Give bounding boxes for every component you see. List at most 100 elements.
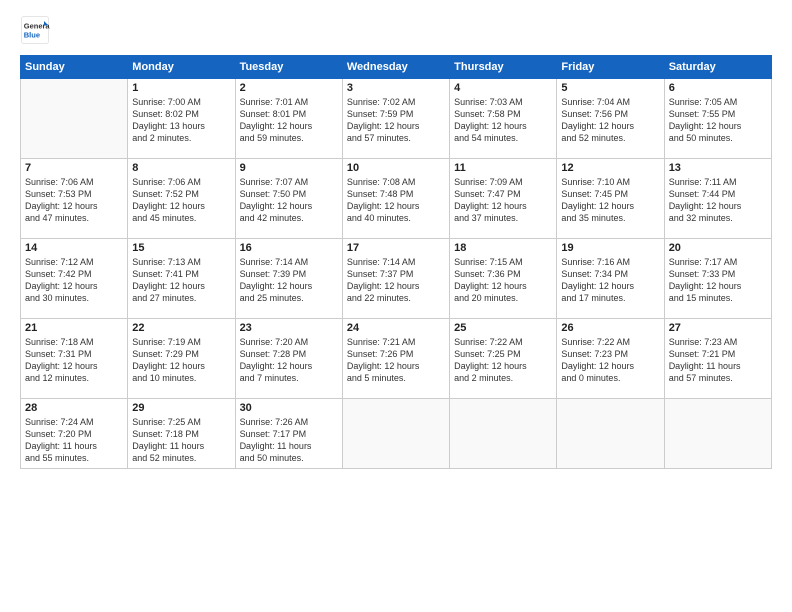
day-info: Sunrise: 7:22 AMSunset: 7:25 PMDaylight:… [454,336,552,385]
weekday-header: Saturday [664,56,771,79]
calendar-cell: 14 Sunrise: 7:12 AMSunset: 7:42 PMDayligh… [21,239,128,319]
weekday-header: Tuesday [235,56,342,79]
logo: General Blue [20,15,54,45]
calendar-header-row: SundayMondayTuesdayWednesdayThursdayFrid… [21,56,772,79]
calendar-cell: 4Sunrise: 7:03 AMSunset: 7:58 PMDaylight… [450,79,557,159]
day-info: Sunrise: 7:26 AMSunset: 7:17 PMDaylight:… [240,416,338,465]
calendar-cell: 3 Sunrise: 7:02 AMSunset: 7:59 PMDaylight… [342,79,449,159]
day-info: Sunrise: 7:11 AMSunset: 7:44 PMDaylight:… [669,176,767,225]
calendar-cell: 5 Sunrise: 7:04 AMSunset: 7:56 PMDaylight… [557,79,664,159]
calendar-cell: 22 Sunrise: 7:19 AMSunset: 7:29 PMDayligh… [128,319,235,399]
day-info: Sunrise: 7:15 AMSunset: 7:36 PMDaylight:… [454,256,552,305]
day-info: Sunrise: 7:20 AMSunset: 7:28 PMDaylight:… [240,336,338,385]
calendar-cell: 25 Sunrise: 7:22 AMSunset: 7:25 PMDayligh… [450,319,557,399]
calendar-cell: 1Sunrise: 7:00 AMSunset: 8:02 PMDaylight… [128,79,235,159]
calendar-week-row: 14 Sunrise: 7:12 AMSunset: 7:42 PMDayligh… [21,239,772,319]
day-info: Sunrise: 7:00 AMSunset: 8:02 PMDaylight:… [132,96,230,145]
calendar-cell: 24 Sunrise: 7:21 AMSunset: 7:26 PMDayligh… [342,319,449,399]
day-info: Sunrise: 7:03 AMSunset: 7:58 PMDaylight:… [454,96,552,145]
calendar-cell: 10 Sunrise: 7:08 AMSunset: 7:48 PMDayligh… [342,159,449,239]
calendar-cell: 7Sunrise: 7:06 AMSunset: 7:53 PMDaylight… [21,159,128,239]
day-info: Sunrise: 7:09 AMSunset: 7:47 PMDaylight:… [454,176,552,225]
day-number: 15 [132,242,230,254]
day-info: Sunrise: 7:21 AMSunset: 7:26 PMDaylight:… [347,336,445,385]
day-info: Sunrise: 7:05 AMSunset: 7:55 PMDaylight:… [669,96,767,145]
calendar-cell: 19 Sunrise: 7:16 AMSunset: 7:34 PMDayligh… [557,239,664,319]
calendar-cell [664,399,771,469]
day-number: 22 [132,322,230,334]
day-number: 18 [454,242,552,254]
day-info: Sunrise: 7:22 AMSunset: 7:23 PMDaylight:… [561,336,659,385]
calendar-table: SundayMondayTuesdayWednesdayThursdayFrid… [20,55,772,469]
day-number: 29 [132,402,230,414]
day-info: Sunrise: 7:14 AMSunset: 7:37 PMDaylight:… [347,256,445,305]
day-info: Sunrise: 7:23 AMSunset: 7:21 PMDaylight:… [669,336,767,385]
day-number: 3 [347,82,445,94]
calendar-week-row: 1Sunrise: 7:00 AMSunset: 8:02 PMDaylight… [21,79,772,159]
day-info: Sunrise: 7:12 AMSunset: 7:42 PMDaylight:… [25,256,123,305]
day-number: 26 [561,322,659,334]
calendar-cell: 20 Sunrise: 7:17 AMSunset: 7:33 PMDayligh… [664,239,771,319]
day-number: 30 [240,402,338,414]
calendar-cell: 28Sunrise: 7:24 AMSunset: 7:20 PMDayligh… [21,399,128,469]
header: General Blue [20,15,772,45]
svg-text:Blue: Blue [24,31,40,40]
day-info: Sunrise: 7:06 AMSunset: 7:53 PMDaylight:… [25,176,123,225]
calendar-cell: 27Sunrise: 7:23 AMSunset: 7:21 PMDayligh… [664,319,771,399]
day-number: 16 [240,242,338,254]
weekday-header: Thursday [450,56,557,79]
day-info: Sunrise: 7:25 AMSunset: 7:18 PMDaylight:… [132,416,230,465]
day-number: 11 [454,162,552,174]
calendar-cell: 17Sunrise: 7:14 AMSunset: 7:37 PMDayligh… [342,239,449,319]
day-info: Sunrise: 7:01 AMSunset: 8:01 PMDaylight:… [240,96,338,145]
calendar-cell: 2 Sunrise: 7:01 AMSunset: 8:01 PMDaylight… [235,79,342,159]
day-info: Sunrise: 7:19 AMSunset: 7:29 PMDaylight:… [132,336,230,385]
calendar-cell: 11 Sunrise: 7:09 AMSunset: 7:47 PMDayligh… [450,159,557,239]
day-info: Sunrise: 7:02 AMSunset: 7:59 PMDaylight:… [347,96,445,145]
day-number: 12 [561,162,659,174]
day-info: Sunrise: 7:16 AMSunset: 7:34 PMDaylight:… [561,256,659,305]
calendar-cell: 29 Sunrise: 7:25 AMSunset: 7:18 PMDayligh… [128,399,235,469]
calendar-cell: 6 Sunrise: 7:05 AMSunset: 7:55 PMDaylight… [664,79,771,159]
day-info: Sunrise: 7:06 AMSunset: 7:52 PMDaylight:… [132,176,230,225]
calendar-cell [21,79,128,159]
calendar-cell [342,399,449,469]
calendar-cell: 15Sunrise: 7:13 AMSunset: 7:41 PMDayligh… [128,239,235,319]
weekday-header: Wednesday [342,56,449,79]
calendar-cell [450,399,557,469]
calendar-cell: 16Sunrise: 7:14 AMSunset: 7:39 PMDayligh… [235,239,342,319]
day-number: 10 [347,162,445,174]
day-number: 14 [25,242,123,254]
calendar-cell [557,399,664,469]
day-info: Sunrise: 7:07 AMSunset: 7:50 PMDaylight:… [240,176,338,225]
calendar-cell: 26 Sunrise: 7:22 AMSunset: 7:23 PMDayligh… [557,319,664,399]
day-info: Sunrise: 7:08 AMSunset: 7:48 PMDaylight:… [347,176,445,225]
page: General Blue SundayMondayTuesdayWednesda… [0,0,792,612]
day-number: 24 [347,322,445,334]
calendar-cell: 13 Sunrise: 7:11 AMSunset: 7:44 PMDayligh… [664,159,771,239]
day-number: 19 [561,242,659,254]
calendar-week-row: 7Sunrise: 7:06 AMSunset: 7:53 PMDaylight… [21,159,772,239]
calendar-cell: 30 Sunrise: 7:26 AMSunset: 7:17 PMDayligh… [235,399,342,469]
day-number: 2 [240,82,338,94]
day-number: 6 [669,82,767,94]
calendar-week-row: 28Sunrise: 7:24 AMSunset: 7:20 PMDayligh… [21,399,772,469]
day-number: 25 [454,322,552,334]
day-info: Sunrise: 7:10 AMSunset: 7:45 PMDaylight:… [561,176,659,225]
calendar-cell: 12 Sunrise: 7:10 AMSunset: 7:45 PMDayligh… [557,159,664,239]
day-number: 20 [669,242,767,254]
calendar-cell: 9 Sunrise: 7:07 AMSunset: 7:50 PMDaylight… [235,159,342,239]
day-number: 5 [561,82,659,94]
weekday-header: Monday [128,56,235,79]
day-info: Sunrise: 7:18 AMSunset: 7:31 PMDaylight:… [25,336,123,385]
calendar-cell: 18 Sunrise: 7:15 AMSunset: 7:36 PMDayligh… [450,239,557,319]
calendar-cell: 21 Sunrise: 7:18 AMSunset: 7:31 PMDayligh… [21,319,128,399]
calendar-week-row: 21 Sunrise: 7:18 AMSunset: 7:31 PMDayligh… [21,319,772,399]
day-number: 9 [240,162,338,174]
day-info: Sunrise: 7:17 AMSunset: 7:33 PMDaylight:… [669,256,767,305]
day-info: Sunrise: 7:04 AMSunset: 7:56 PMDaylight:… [561,96,659,145]
logo-icon: General Blue [20,15,50,45]
day-number: 28 [25,402,123,414]
day-number: 21 [25,322,123,334]
day-number: 13 [669,162,767,174]
